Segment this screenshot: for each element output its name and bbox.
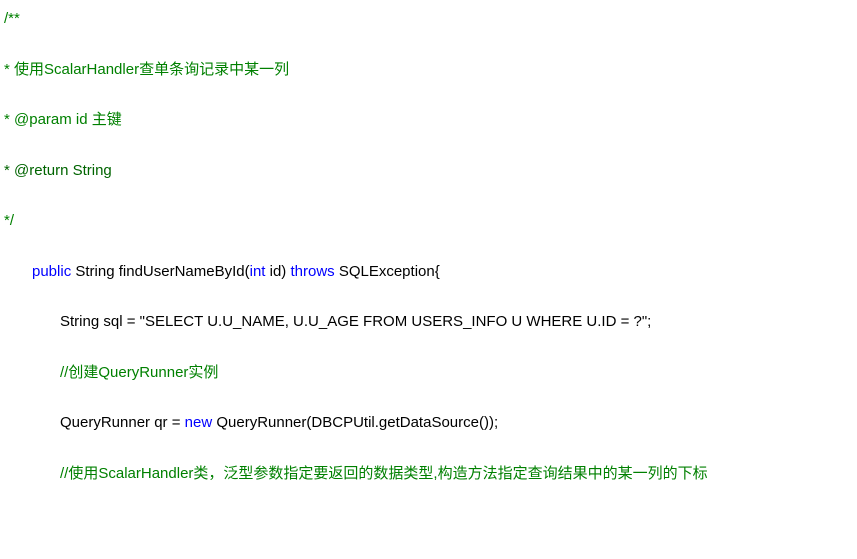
code-text: String sql = "SELECT U.U_NAME, U.U_AGE F… (60, 313, 651, 330)
code-text: QueryRunner qr = (60, 414, 185, 431)
code-line-10: //使用ScalarHandler类，泛型参数指定要返回的数据类型,构造方法指定… (4, 463, 857, 486)
code-line-7: String sql = "SELECT U.U_NAME, U.U_AGE F… (4, 311, 857, 334)
comment-text: 创建 (68, 364, 98, 381)
javadoc-param: * @param id (4, 111, 92, 128)
comment-text: /** (4, 10, 20, 27)
comment-text: ScalarHandler (44, 61, 139, 78)
code-line-8: //创建QueryRunner实例 (4, 362, 857, 385)
keyword-int: int (250, 263, 266, 280)
comment-text: ScalarHandler (98, 465, 193, 482)
code-line-2: * 使用ScalarHandler查单条询记录中某一列 (4, 59, 857, 82)
code-line-1: /** (4, 8, 857, 31)
keyword-public: public (32, 263, 71, 280)
code-text: String findUserNameById( (71, 263, 249, 280)
comment-text: QueryRunner (98, 364, 188, 381)
code-line-6: public String findUserNameById(int id) t… (4, 261, 857, 284)
comment-text: */ (4, 212, 14, 229)
javadoc-return: * @return String (4, 162, 112, 179)
keyword-new: new (185, 414, 213, 431)
comment-text: 查单条询记录中某一列 (139, 61, 289, 78)
comment-text: 实例 (188, 364, 218, 381)
code-text: SQLException{ (335, 263, 440, 280)
comment-text: 构造方法指定查询结果中的某一列的下标 (438, 465, 708, 482)
comment-text: 主键 (92, 111, 122, 128)
code-line-4: * @return String (4, 160, 857, 183)
code-line-5: */ (4, 210, 857, 233)
code-line-9: QueryRunner qr = new QueryRunner(DBCPUti… (4, 412, 857, 435)
code-line-3: * @param id 主键 (4, 109, 857, 132)
comment-text: 类，泛型参数指定要返回的数据类型 (193, 465, 433, 482)
code-text: id) (265, 263, 290, 280)
keyword-throws: throws (290, 263, 334, 280)
comment-text: * 使用 (4, 61, 44, 78)
comment-text: 使用 (68, 465, 98, 482)
code-text: QueryRunner(DBCPUtil.getDataSource()); (212, 414, 498, 431)
